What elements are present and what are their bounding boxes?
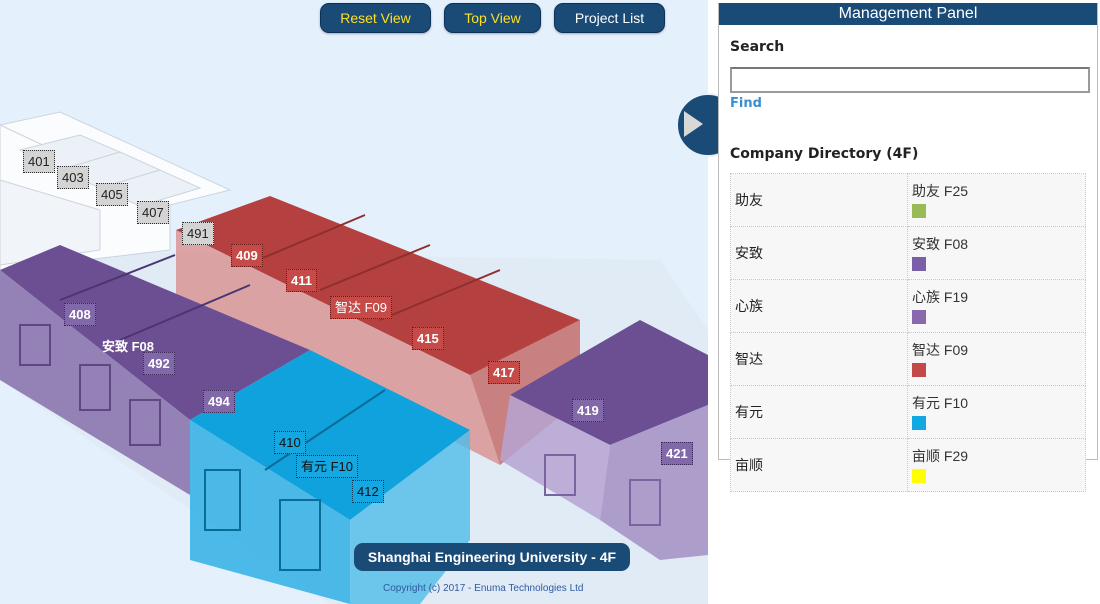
color-swatch xyxy=(912,204,926,218)
room-label-411[interactable]: 411 xyxy=(286,269,317,292)
color-swatch xyxy=(912,257,926,271)
company-label-zhida[interactable]: 智达 F09 xyxy=(330,296,393,319)
top-view-button[interactable]: Top View xyxy=(444,3,541,33)
play-arrow-icon xyxy=(684,111,703,137)
color-swatch xyxy=(912,363,926,377)
directory-row[interactable]: 智达 智达 F09 xyxy=(730,332,1086,386)
company-directory-table: 助友 助友 F25 安致 安致 F08 心族 心族 F19 智达 智达 F09 … xyxy=(730,173,1086,492)
room-label-407[interactable]: 407 xyxy=(137,201,169,224)
color-swatch xyxy=(912,469,926,483)
room-label-405[interactable]: 405 xyxy=(96,183,128,206)
directory-row[interactable]: 亩顺 亩顺 F29 xyxy=(730,438,1086,492)
directory-row[interactable]: 心族 心族 F19 xyxy=(730,279,1086,333)
company-label-youyuan[interactable]: 有元 F10 xyxy=(296,455,359,478)
search-label: Search xyxy=(730,39,785,55)
room-label-491[interactable]: 491 xyxy=(182,222,214,245)
company-floor-info: 智达 F09 xyxy=(912,342,969,358)
company-label-anzhi[interactable]: 安致 F08 xyxy=(99,337,157,356)
directory-row[interactable]: 安致 安致 F08 xyxy=(730,226,1086,280)
company-name: 助友 xyxy=(730,173,908,227)
color-swatch xyxy=(912,310,926,324)
search-input[interactable] xyxy=(730,67,1090,93)
room-label-412[interactable]: 412 xyxy=(352,480,384,503)
room-label-408[interactable]: 408 xyxy=(64,303,96,326)
room-label-417[interactable]: 417 xyxy=(488,361,520,384)
management-panel: Management Panel Search Find Company Dir… xyxy=(718,3,1098,492)
company-name: 有元 xyxy=(730,385,908,439)
company-floor-info: 心族 F19 xyxy=(912,289,969,305)
company-name: 智达 xyxy=(730,332,908,386)
floor-viewport[interactable]: Reset View Top View Project List 401 403… xyxy=(0,0,708,604)
company-floor-info: 亩顺 F29 xyxy=(912,448,969,464)
company-floor-info: 助友 F25 xyxy=(912,183,969,199)
room-label-415[interactable]: 415 xyxy=(412,327,444,350)
floor-caption: Shanghai Engineering University - 4F xyxy=(354,543,630,571)
copyright-text: Copyright (c) 2017 - Enuma Technologies … xyxy=(383,583,584,594)
company-name: 亩顺 xyxy=(730,438,908,492)
reset-view-button[interactable]: Reset View xyxy=(320,3,431,33)
company-floor-info: 有元 F10 xyxy=(912,395,969,411)
directory-row[interactable]: 有元 有元 F10 xyxy=(730,385,1086,439)
directory-row[interactable]: 助友 助友 F25 xyxy=(730,173,1086,227)
room-label-421[interactable]: 421 xyxy=(661,442,693,465)
company-floor-info: 安致 F08 xyxy=(912,236,969,252)
room-label-410[interactable]: 410 xyxy=(274,431,306,454)
room-label-419[interactable]: 419 xyxy=(572,399,604,422)
color-swatch xyxy=(912,416,926,430)
company-name: 心族 xyxy=(730,279,908,333)
room-label-494[interactable]: 494 xyxy=(203,390,235,413)
panel-title: Management Panel xyxy=(719,3,1097,25)
room-label-401[interactable]: 401 xyxy=(23,150,55,173)
room-label-403[interactable]: 403 xyxy=(57,166,89,189)
room-label-409[interactable]: 409 xyxy=(231,244,263,267)
directory-title: Company Directory (4F) xyxy=(730,146,919,162)
project-list-button[interactable]: Project List xyxy=(554,3,665,33)
company-name: 安致 xyxy=(730,226,908,280)
find-link[interactable]: Find xyxy=(730,96,762,111)
